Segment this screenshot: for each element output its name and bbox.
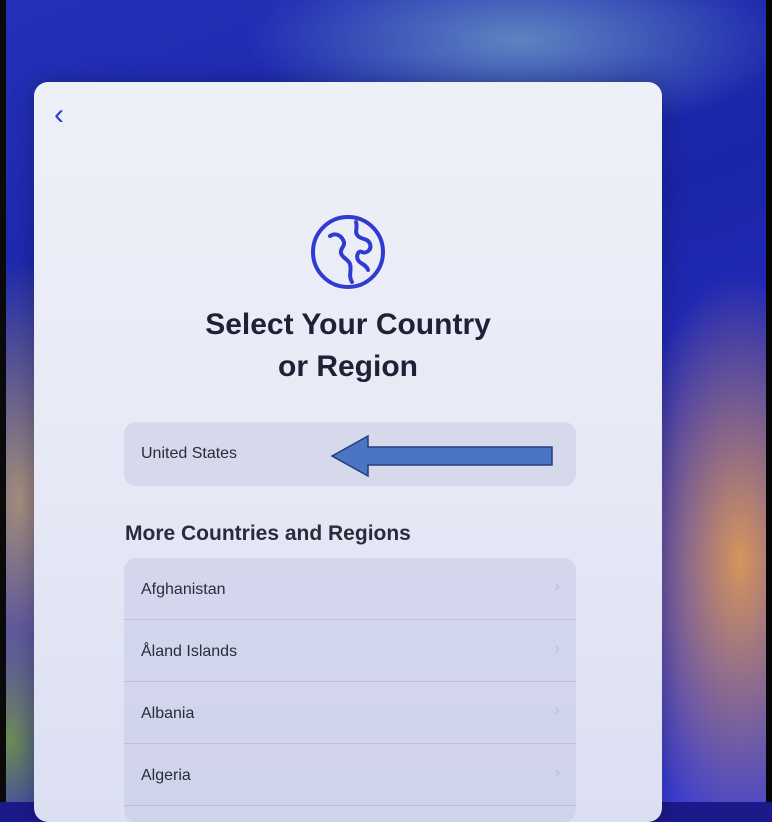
photo-frame-border [0,0,772,802]
